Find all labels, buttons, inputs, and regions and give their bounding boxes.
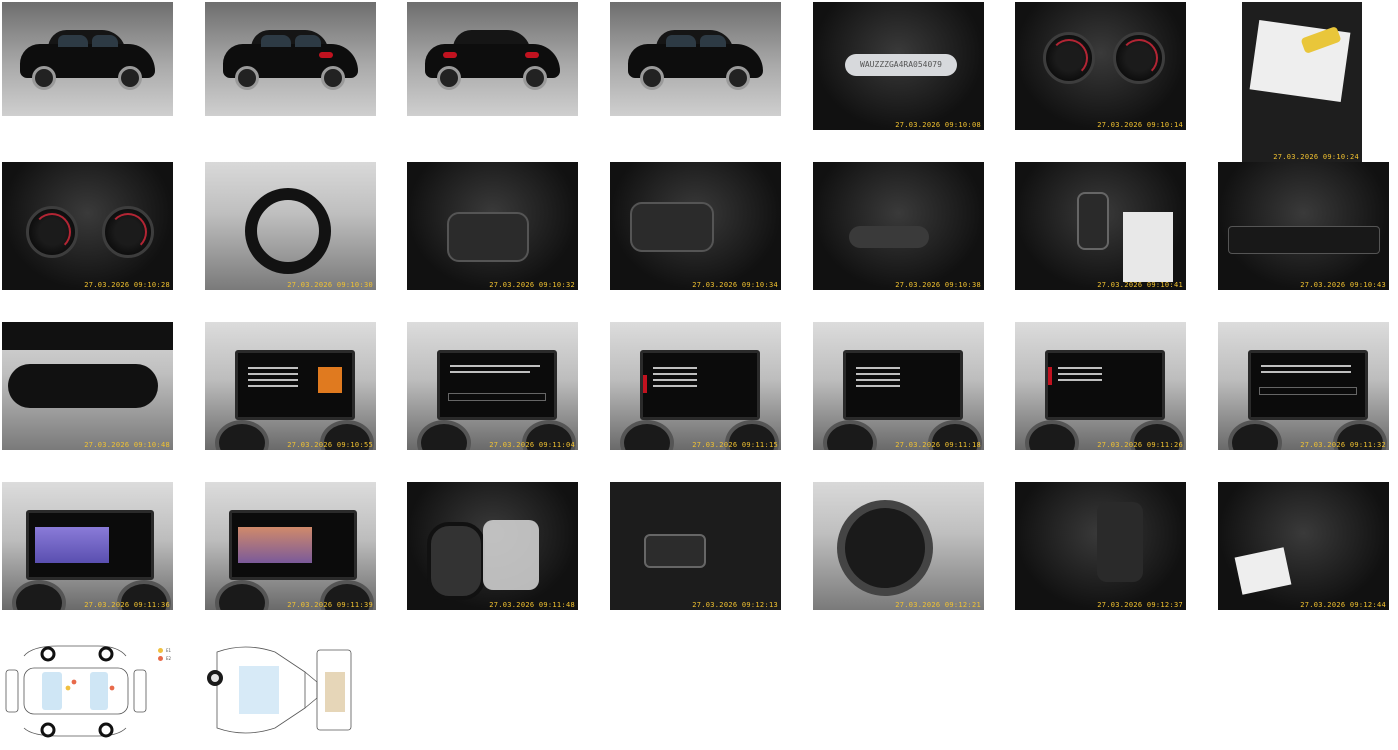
- vin-plate: WAUZZZGA4RA054079: [845, 54, 957, 76]
- timestamp: 27.03.2026 09:11:18: [895, 441, 981, 449]
- car-icon: [628, 30, 763, 90]
- stalk-icon: [849, 226, 929, 248]
- damage-diagram-interior[interactable]: [205, 642, 355, 750]
- photo-wheel-left-buttons[interactable]: 27.03.2026 09:10:32: [407, 162, 578, 290]
- car-icon: [20, 30, 155, 90]
- timestamp: 27.03.2026 09:10:30: [287, 281, 373, 289]
- timestamp: 27.03.2026 09:12:13: [692, 601, 778, 609]
- document-sheet: [1234, 547, 1292, 595]
- photo-rear-left[interactable]: [205, 2, 376, 116]
- photo-infotainment-assist[interactable]: 27.03.2026 09:11:15: [610, 322, 781, 450]
- infotainment-screen-icon: [843, 350, 963, 420]
- damage-diagram-exterior[interactable]: E1 E2: [2, 642, 173, 750]
- photo-front-interior[interactable]: 27.03.2026 09:12:44: [1218, 482, 1389, 610]
- legend-dot: [158, 648, 163, 653]
- tailgate-switch-icon: [644, 534, 706, 568]
- photo-infotainment-service[interactable]: 27.03.2026 09:11:26: [1015, 322, 1186, 450]
- timestamp: 27.03.2026 09:11:39: [287, 601, 373, 609]
- gear-lever-icon: [1077, 192, 1109, 250]
- wheel-icon: [837, 500, 933, 596]
- photo-spare-wheel[interactable]: 27.03.2026 09:12:21: [813, 482, 984, 610]
- legend-dot: [158, 656, 163, 661]
- infotainment-screen-icon: [26, 510, 154, 580]
- photo-stalk[interactable]: 27.03.2026 09:10:38: [813, 162, 984, 290]
- photo-steering-wheel[interactable]: 27.03.2026 09:10:30: [205, 162, 376, 290]
- car-icon: [425, 30, 560, 90]
- timestamp: 27.03.2026 09:10:41: [1097, 281, 1183, 289]
- tachometer-icon: [102, 206, 154, 258]
- infotainment-screen-icon: [229, 510, 357, 580]
- timestamp: 27.03.2026 09:12:21: [895, 601, 981, 609]
- photo-infotainment-radio[interactable]: 27.03.2026 09:10:55: [205, 322, 376, 450]
- infotainment-screen-icon: [1248, 350, 1368, 420]
- mirror-icon: [8, 364, 158, 408]
- damage-diagram-icon: [207, 646, 352, 734]
- legend-label: E2: [166, 656, 172, 661]
- tachometer-icon: [1113, 32, 1165, 84]
- timestamp: 27.03.2026 09:10:34: [692, 281, 778, 289]
- photo-rear-camera-2[interactable]: 27.03.2026 09:11:39: [205, 482, 376, 610]
- photo-rear[interactable]: [407, 2, 578, 116]
- timestamp: 27.03.2026 09:12:44: [1300, 601, 1386, 609]
- photo-instrument-cluster[interactable]: 27.03.2026 09:10:14: [1015, 2, 1186, 130]
- photo-rear-seats[interactable]: 27.03.2026 09:12:37: [1015, 482, 1186, 610]
- steering-wheel-icon: [245, 188, 331, 274]
- control-pad-icon: [447, 212, 529, 262]
- photo-climate-control[interactable]: 27.03.2026 09:10:43: [1218, 162, 1389, 290]
- timestamp: 27.03.2026 09:11:36: [84, 601, 170, 609]
- timestamp: 27.03.2026 09:11:15: [692, 441, 778, 449]
- timestamp: 27.03.2026 09:11:48: [489, 601, 575, 609]
- seat-icon: [1097, 502, 1143, 582]
- photo-cluster-detail[interactable]: 27.03.2026 09:10:28: [2, 162, 173, 290]
- infotainment-screen-icon: [640, 350, 760, 420]
- climate-panel-icon: [1228, 226, 1380, 254]
- timestamp: 27.03.2026 09:10:08: [895, 121, 981, 129]
- photo-trunk[interactable]: 27.03.2026 09:11:48: [407, 482, 578, 610]
- photo-rearview-mirror[interactable]: 27.03.2026 09:10:48: [2, 322, 173, 450]
- control-pad-icon: [630, 202, 714, 252]
- infotainment-screen-icon: [1045, 350, 1165, 420]
- photo-gear-selector[interactable]: 27.03.2026 09:10:41: [1015, 162, 1186, 290]
- timestamp: 27.03.2026 09:12:37: [1097, 601, 1183, 609]
- speedometer-icon: [1043, 32, 1095, 84]
- damage-diagram-icon: [5, 645, 147, 738]
- timestamp: 27.03.2026 09:10:28: [84, 281, 170, 289]
- timestamp: 27.03.2026 09:10:43: [1300, 281, 1386, 289]
- timestamp: 27.03.2026 09:10:32: [489, 281, 575, 289]
- timestamp: 27.03.2026 09:10:14: [1097, 121, 1183, 129]
- photo-infotainment-assist-2[interactable]: 27.03.2026 09:11:18: [813, 322, 984, 450]
- photo-infotainment-smartphone[interactable]: 27.03.2026 09:11:32: [1218, 322, 1389, 450]
- photo-wheel-right-buttons[interactable]: 27.03.2026 09:10:34: [610, 162, 781, 290]
- timestamp: 27.03.2026 09:11:32: [1300, 441, 1386, 449]
- car-icon: [223, 30, 358, 90]
- tire-icon: [427, 522, 485, 600]
- photo-rear-camera[interactable]: 27.03.2026 09:11:36: [2, 482, 173, 610]
- timestamp: 27.03.2026 09:10:55: [287, 441, 373, 449]
- timestamp: 27.03.2026 09:10:38: [895, 281, 981, 289]
- headliner: [2, 322, 173, 350]
- document-sheet: [1123, 212, 1173, 282]
- infotainment-screen-icon: [437, 350, 557, 420]
- photo-front-left[interactable]: [2, 2, 173, 116]
- photo-document[interactable]: 27.03.2026 09:10:24: [1242, 2, 1362, 162]
- timestamp: 27.03.2026 09:11:26: [1097, 441, 1183, 449]
- wrapped-parts: [483, 520, 539, 590]
- infotainment-screen-icon: [235, 350, 355, 420]
- legend-label: E1: [166, 648, 172, 653]
- photo-tailgate-buttons[interactable]: 27.03.2026 09:12:13: [610, 482, 781, 610]
- speedometer-icon: [26, 206, 78, 258]
- photo-front-right[interactable]: [610, 2, 781, 116]
- photo-infotainment-dialog[interactable]: 27.03.2026 09:11:04: [407, 322, 578, 450]
- timestamp: 27.03.2026 09:10:24: [1273, 153, 1359, 161]
- timestamp: 27.03.2026 09:10:48: [84, 441, 170, 449]
- photo-vin-plate[interactable]: WAUZZZGA4RA054079 27.03.2026 09:10:08: [813, 2, 984, 130]
- timestamp: 27.03.2026 09:11:04: [489, 441, 575, 449]
